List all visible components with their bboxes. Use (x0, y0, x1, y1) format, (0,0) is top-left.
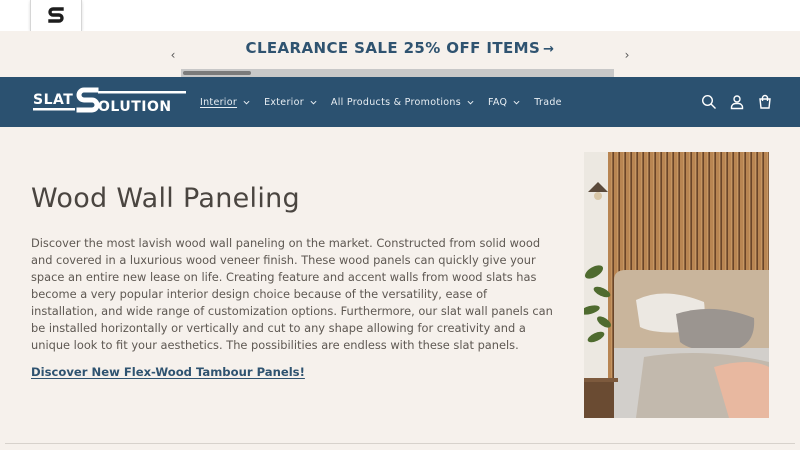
nav-item-all-products[interactable]: All Products & Promotions (331, 97, 474, 108)
chevron-right-icon: › (624, 48, 630, 62)
flex-wood-promo-link[interactable]: Discover New Flex-Wood Tambour Panels! (31, 365, 305, 379)
page-title: Wood Wall Paneling (31, 183, 300, 214)
announcement-link[interactable]: CLEARANCE SALE 25% OFF ITEMS → (190, 39, 610, 57)
s-logo-icon (48, 6, 64, 23)
s-logo-tab[interactable] (30, 0, 82, 31)
slat-solution-logo: SLAT OLUTION (33, 87, 186, 115)
account-icon (730, 95, 744, 110)
nav-label: Interior (200, 96, 238, 108)
nav-item-exterior[interactable]: Exterior (264, 97, 317, 108)
site-logo[interactable]: SLAT OLUTION (32, 85, 188, 119)
account-button[interactable] (726, 91, 748, 113)
nav-item-trade[interactable]: Trade (534, 97, 562, 108)
announcement-next-button[interactable]: › (617, 45, 637, 65)
chevron-down-icon (243, 100, 250, 105)
search-icon (701, 94, 716, 109)
cart-icon (759, 94, 771, 109)
nav-item-faq[interactable]: FAQ (488, 97, 520, 108)
nav-label: FAQ (487, 96, 508, 108)
nav-label: Exterior (264, 96, 304, 108)
chevron-down-icon (467, 100, 474, 105)
cart-button[interactable] (754, 91, 776, 113)
hero-section: Wood Wall Paneling Discover the most lav… (0, 127, 800, 443)
svg-text:OLUTION: OLUTION (98, 99, 172, 115)
nav-item-interior[interactable]: Interior (200, 97, 250, 108)
announcement-scrollbar[interactable] (181, 69, 614, 77)
chevron-left-icon: ‹ (170, 48, 176, 62)
arrow-right-icon: → (543, 42, 555, 57)
nav-label: Trade (534, 96, 562, 108)
scrollbar-thumb[interactable] (183, 71, 251, 75)
bedroom-scene-graphic (584, 152, 769, 418)
site-header: SLAT OLUTION Interior Exterior All Produ… (0, 77, 800, 127)
announcement-prev-button[interactable]: ‹ (163, 45, 183, 65)
header-icons (692, 77, 776, 127)
bedroom-wood-panel-image (584, 152, 769, 418)
section-divider (5, 443, 795, 444)
search-button[interactable] (698, 91, 720, 113)
chevron-down-icon (310, 100, 317, 105)
chevron-down-icon (513, 100, 520, 105)
announcement-bar: ‹ CLEARANCE SALE 25% OFF ITEMS → › (0, 31, 800, 77)
svg-text:SLAT: SLAT (33, 92, 73, 108)
nav-label: All Products & Promotions (330, 96, 461, 108)
announcement-text: CLEARANCE SALE 25% OFF ITEMS (245, 39, 541, 57)
page-description: Discover the most lavish wood wall panel… (31, 236, 553, 352)
main-nav: Interior Exterior All Products & Promoti… (200, 77, 576, 127)
top-strip (0, 0, 800, 31)
